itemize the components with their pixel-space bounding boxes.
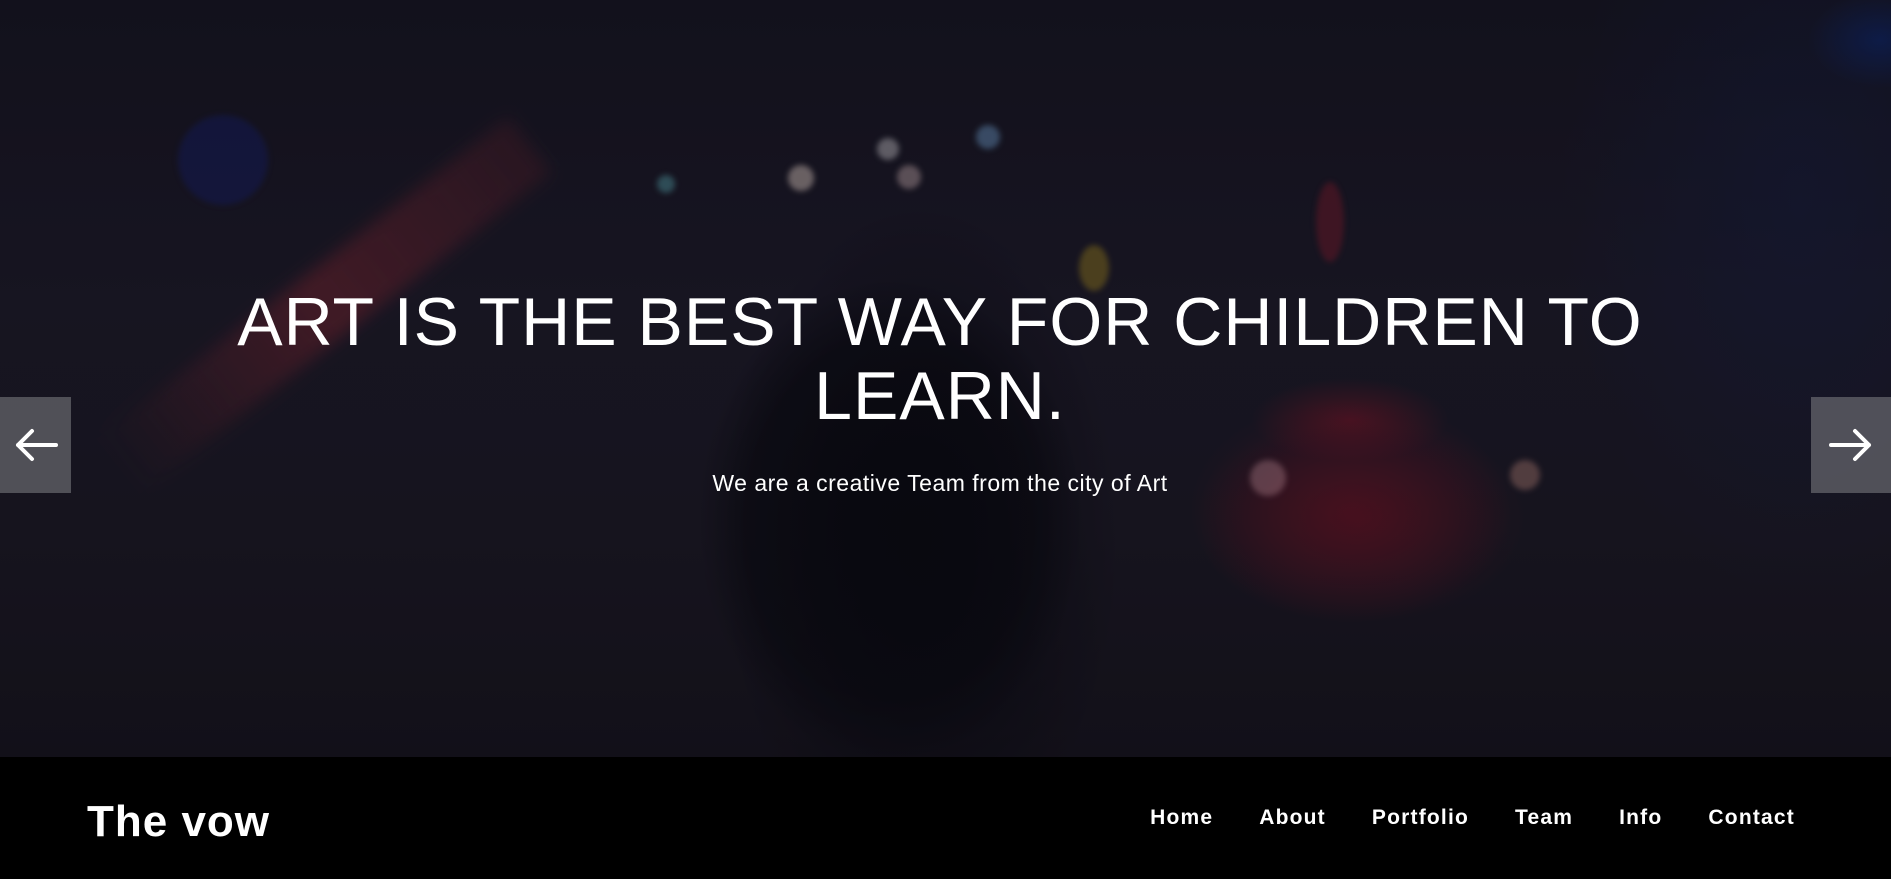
nav-item: About (1259, 806, 1326, 830)
hero-slider: ART IS THE BEST WAY FOR CHILDREN TO LEAR… (0, 0, 1891, 757)
page: ART IS THE BEST WAY FOR CHILDREN TO LEAR… (0, 0, 1891, 879)
nav-item: Portfolio (1372, 806, 1469, 830)
slider-next-button[interactable] (1811, 397, 1891, 493)
nav-link-team[interactable]: Team (1515, 806, 1573, 829)
nav-item: Contact (1708, 806, 1795, 830)
slider-prev-button[interactable] (0, 397, 71, 493)
hero-subtitle: We are a creative Team from the city of … (712, 470, 1168, 496)
brand-logo[interactable]: The vow (87, 800, 270, 844)
nav-link-portfolio[interactable]: Portfolio (1372, 806, 1469, 829)
nav-menu: Home About Portfolio Team Info Contact (1150, 757, 1795, 879)
nav-link-contact[interactable]: Contact (1708, 806, 1795, 829)
arrow-left-icon (14, 428, 58, 462)
nav-item: Home (1150, 806, 1213, 830)
nav-link-home[interactable]: Home (1150, 806, 1213, 829)
nav-item: Team (1515, 806, 1573, 830)
hero-title: ART IS THE BEST WAY FOR CHILDREN TO LEAR… (237, 284, 1643, 434)
nav-item: Info (1619, 806, 1662, 830)
arrow-right-icon (1829, 428, 1873, 462)
navbar: The vow Home About Portfolio Team Info C… (0, 757, 1891, 879)
hero-content: ART IS THE BEST WAY FOR CHILDREN TO LEAR… (0, 0, 1891, 757)
nav-link-about[interactable]: About (1259, 806, 1326, 829)
nav-link-info[interactable]: Info (1619, 806, 1662, 829)
